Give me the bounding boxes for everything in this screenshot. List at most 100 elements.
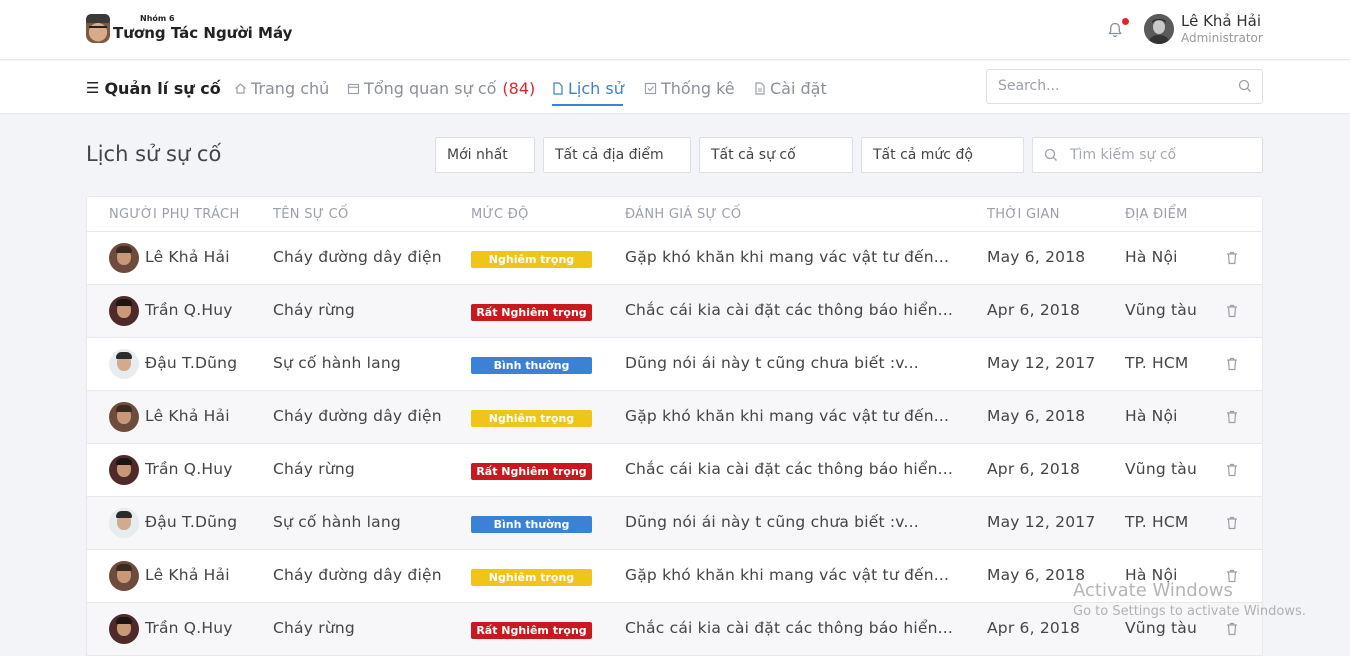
severity-badge: Nghiêm trọng	[471, 410, 592, 427]
avatar	[109, 402, 139, 432]
trash-icon[interactable]	[1226, 622, 1238, 636]
trash-icon[interactable]	[1226, 251, 1238, 265]
person-name: Trần Q.Huy	[145, 619, 233, 637]
table-row[interactable]: Lê Khả Hải Cháy đường dây điện Nghiêm tr…	[87, 232, 1262, 285]
table-row[interactable]: Trần Q.Huy Cháy rừng Rất Nghiêm trọng Ch…	[87, 285, 1262, 338]
page-title: Lịch sử sự cố	[86, 142, 222, 166]
check-square-icon	[644, 82, 657, 94]
nav-history[interactable]: Lịch sử	[552, 78, 624, 98]
incident-time: May 6, 2018	[987, 248, 1086, 266]
severity-badge: Rất Nghiêm trọng	[471, 304, 592, 321]
incident-name: Cháy đường dây điện	[273, 566, 442, 584]
active-tab-underline	[552, 104, 623, 106]
severity-badge: Nghiêm trọng	[471, 251, 592, 268]
nav-overview[interactable]: Tổng quan sự cố (84)	[347, 78, 535, 98]
avatar	[109, 349, 139, 379]
incident-place: TP. HCM	[1125, 513, 1189, 531]
nav-stats-label: Thống kê	[661, 78, 735, 98]
severity-badge: Nghiêm trọng	[471, 569, 592, 586]
incident-review: Chắc cái kia cài đặt các thông báo hiển.…	[625, 460, 954, 478]
nav-incident-management-label: Quản lí sự cố	[104, 78, 221, 98]
incident-name: Cháy rừng	[273, 619, 355, 637]
incident-time: Apr 6, 2018	[987, 460, 1081, 478]
brand-logo	[86, 14, 110, 44]
incident-name: Sự cố hành lang	[273, 513, 401, 531]
calendar-icon	[347, 83, 360, 94]
table-header: NGƯỜI PHỤ TRÁCH TÊN SỰ CỐ MỨC ĐỘ ĐÁNH GI…	[87, 197, 1262, 232]
incident-time: Apr 6, 2018	[987, 619, 1081, 637]
incident-search-input[interactable]	[1070, 147, 1255, 163]
table-row[interactable]: Lê Khả Hải Cháy đường dây điện Nghiêm tr…	[87, 391, 1262, 444]
location-filter[interactable]: Tất cả địa điểm	[543, 137, 691, 173]
header-place: ĐỊA ĐIỂM	[1125, 207, 1188, 222]
header-person: NGƯỜI PHỤ TRÁCH	[109, 207, 240, 222]
incident-search[interactable]	[1032, 137, 1263, 173]
trash-icon[interactable]	[1226, 304, 1238, 318]
global-search[interactable]	[986, 69, 1263, 104]
person-name: Lê Khả Hải	[145, 566, 230, 584]
person-name: Đậu T.Dũng	[145, 354, 238, 372]
nav-settings-label: Cài đặt	[770, 78, 827, 98]
header-incident: TÊN SỰ CỐ	[273, 207, 349, 222]
incident-place: Hà Nội	[1125, 407, 1178, 425]
trash-icon[interactable]	[1226, 463, 1238, 477]
avatar	[109, 614, 139, 644]
incident-name: Cháy đường dây điện	[273, 407, 442, 425]
person-name: Lê Khả Hải	[145, 407, 230, 425]
incident-time: May 6, 2018	[987, 566, 1086, 584]
severity-badge: Rất Nghiêm trọng	[471, 622, 592, 639]
header-review: ĐÁNH GIÁ SỰ CỐ	[625, 207, 742, 222]
incident-name: Cháy rừng	[273, 301, 355, 319]
home-icon	[235, 82, 246, 94]
incident-review: Gặp khó khăn khi mang vác vật tư đến...	[625, 407, 950, 425]
avatar	[109, 296, 139, 326]
user-avatar[interactable]	[1144, 14, 1174, 44]
avatar	[109, 455, 139, 485]
person-name: Đậu T.Dũng	[145, 513, 238, 531]
incident-time: Apr 6, 2018	[987, 301, 1081, 319]
nav-home[interactable]: Trang chủ	[234, 78, 329, 98]
severity-filter[interactable]: Tất cả mức độ	[861, 137, 1024, 173]
nav-overview-label: Tổng quan sự cố	[364, 78, 497, 98]
incident-review: Dũng nói ái này t cũng chưa biết :v...	[625, 354, 919, 372]
nav-incident-management[interactable]: ☰ Quản lí sự cố	[86, 78, 221, 98]
trash-icon[interactable]	[1226, 410, 1238, 424]
global-search-input[interactable]	[998, 78, 1228, 94]
nav-stats[interactable]: Thống kê	[644, 78, 735, 98]
activation-watermark-subtitle: Go to Settings to activate Windows.	[1073, 604, 1306, 619]
trash-icon[interactable]	[1226, 516, 1238, 530]
activation-watermark-title: Activate Windows	[1073, 580, 1233, 601]
trash-icon[interactable]	[1226, 357, 1238, 371]
table-row[interactable]: Trần Q.Huy Cháy rừng Rất Nghiêm trọng Ch…	[87, 444, 1262, 497]
sort-filter[interactable]: Mới nhất	[435, 137, 535, 173]
incident-place: Vũng tàu	[1125, 460, 1198, 478]
avatar	[109, 561, 139, 591]
incident-place: Hà Nội	[1125, 248, 1178, 266]
incident-review: Dũng nói ái này t cũng chưa biết :v...	[625, 513, 919, 531]
menu-icon: ☰	[86, 79, 100, 97]
avatar	[109, 508, 139, 538]
incident-name: Cháy rừng	[273, 460, 355, 478]
nav-history-label: Lịch sử	[568, 78, 624, 98]
header-time: THỜI GIAN	[987, 207, 1060, 222]
incident-place: Vũng tàu	[1125, 301, 1198, 319]
brand[interactable]: Nhóm 6 Tương Tác Người Máy	[86, 14, 292, 44]
nav-settings[interactable]: Cài đặt	[754, 78, 827, 98]
search-icon[interactable]	[1238, 79, 1252, 93]
person-name: Lê Khả Hải	[145, 248, 230, 266]
person-name: Trần Q.Huy	[145, 460, 233, 478]
brand-group-label: Nhóm 6	[140, 14, 175, 23]
table-row[interactable]: Đậu T.Dũng Sự cố hành lang Bình thường D…	[87, 338, 1262, 391]
bell-icon[interactable]	[1106, 21, 1124, 39]
incident-place: Vũng tàu	[1125, 619, 1198, 637]
top-header: Nhóm 6 Tương Tác Người Máy Lê Khả Hải Ad…	[0, 0, 1350, 60]
incident-time: May 12, 2017	[987, 354, 1096, 372]
user-name[interactable]: Lê Khả Hải	[1181, 12, 1261, 30]
incident-review: Chắc cái kia cài đặt các thông báo hiển.…	[625, 301, 954, 319]
incident-time: May 12, 2017	[987, 513, 1096, 531]
incident-filter[interactable]: Tất cả sự cố	[699, 137, 853, 173]
avatar	[109, 243, 139, 273]
nav-home-label: Trang chủ	[251, 78, 330, 98]
incident-review: Gặp khó khăn khi mang vác vật tư đến...	[625, 248, 950, 266]
table-row[interactable]: Đậu T.Dũng Sự cố hành lang Bình thường D…	[87, 497, 1262, 550]
